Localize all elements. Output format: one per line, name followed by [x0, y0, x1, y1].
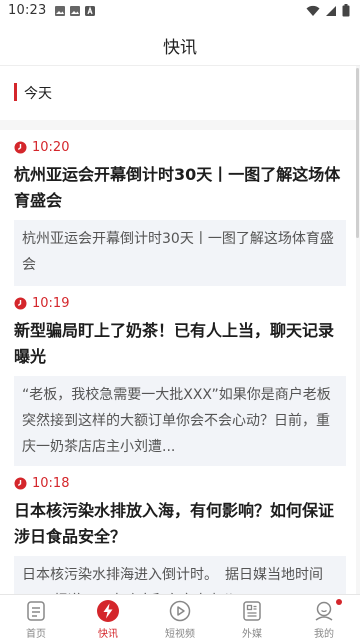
image-notification-icon	[70, 6, 80, 16]
scrollbar-thumb[interactable]	[356, 68, 359, 238]
profile-icon	[315, 601, 333, 621]
news-summary[interactable]: “老板，我校急需要一大批XXX”如果你是商户老板突然接到这样的大额订单你会不会心…	[14, 376, 346, 466]
news-title[interactable]: 杭州亚运会开幕倒计时30天丨一图了解这场体育盛会	[14, 162, 342, 214]
tab-label: 短视频	[165, 629, 195, 640]
battery-icon	[342, 4, 350, 17]
tab-home[interactable]: 首页	[0, 595, 72, 640]
news-time-row: 10:19	[14, 294, 69, 312]
section-title: 今天	[24, 86, 52, 102]
clock-icon	[14, 477, 27, 489]
status-time: 10:23	[8, 3, 47, 18]
signal-icon	[326, 5, 336, 16]
bottom-tab-bar: 首页 快讯 短视频 外媒 我的	[0, 594, 360, 640]
tab-label: 首页	[26, 629, 46, 640]
news-list: 10:20 杭州亚运会开幕倒计时30天丨一图了解这场体育盛会 杭州亚运会开幕倒计…	[0, 130, 356, 594]
tab-mine[interactable]: 我的	[288, 595, 360, 640]
news-title[interactable]: 日本核污染水排放入海，有何影响？如何保证涉日食品安全？	[14, 498, 342, 550]
wifi-icon	[306, 5, 320, 16]
status-bar: 10:23	[0, 0, 360, 24]
status-indicators	[306, 4, 350, 17]
tab-label: 快讯	[98, 629, 118, 640]
news-time-row: 10:18	[14, 474, 69, 492]
lightning-icon	[97, 600, 119, 622]
app-a-notification-icon	[85, 6, 95, 16]
notification-badge	[336, 599, 342, 605]
news-time-row: 10:20	[14, 138, 69, 156]
news-time: 10:18	[32, 475, 70, 491]
news-time: 10:19	[32, 295, 70, 311]
section-header: 今天	[0, 66, 356, 120]
notification-icons	[55, 6, 95, 16]
news-paper-icon	[243, 601, 261, 621]
play-video-icon	[169, 600, 191, 622]
tab-flash-news[interactable]: 快讯	[72, 595, 144, 640]
home-doc-icon	[27, 601, 45, 621]
image-notification-icon	[55, 6, 65, 16]
page-title: 快讯	[163, 38, 197, 58]
section-accent-bar	[14, 83, 17, 101]
news-summary[interactable]: 杭州亚运会开幕倒计时30天丨一图了解这场体育盛会	[14, 220, 346, 286]
clock-icon	[14, 297, 27, 309]
news-summary[interactable]: 日本核污染水排海进入倒计时。 据日媒当地时间24日报道，日本政府和东京电力公	[14, 556, 346, 594]
tab-foreign-media[interactable]: 外媒	[216, 595, 288, 640]
news-feed-scroll[interactable]: 今天 10:20 杭州亚运会开幕倒计时30天丨一图了解这场体育盛会 杭州亚运会开…	[0, 66, 360, 594]
title-bar: 快讯	[0, 24, 360, 66]
news-title[interactable]: 新型骗局盯上了奶茶！已有人上当，聊天记录曝光	[14, 318, 342, 370]
news-time: 10:20	[32, 139, 70, 155]
tab-label: 我的	[314, 629, 334, 640]
tab-short-video[interactable]: 短视频	[144, 595, 216, 640]
clock-icon	[14, 141, 27, 153]
tab-label: 外媒	[242, 629, 262, 640]
